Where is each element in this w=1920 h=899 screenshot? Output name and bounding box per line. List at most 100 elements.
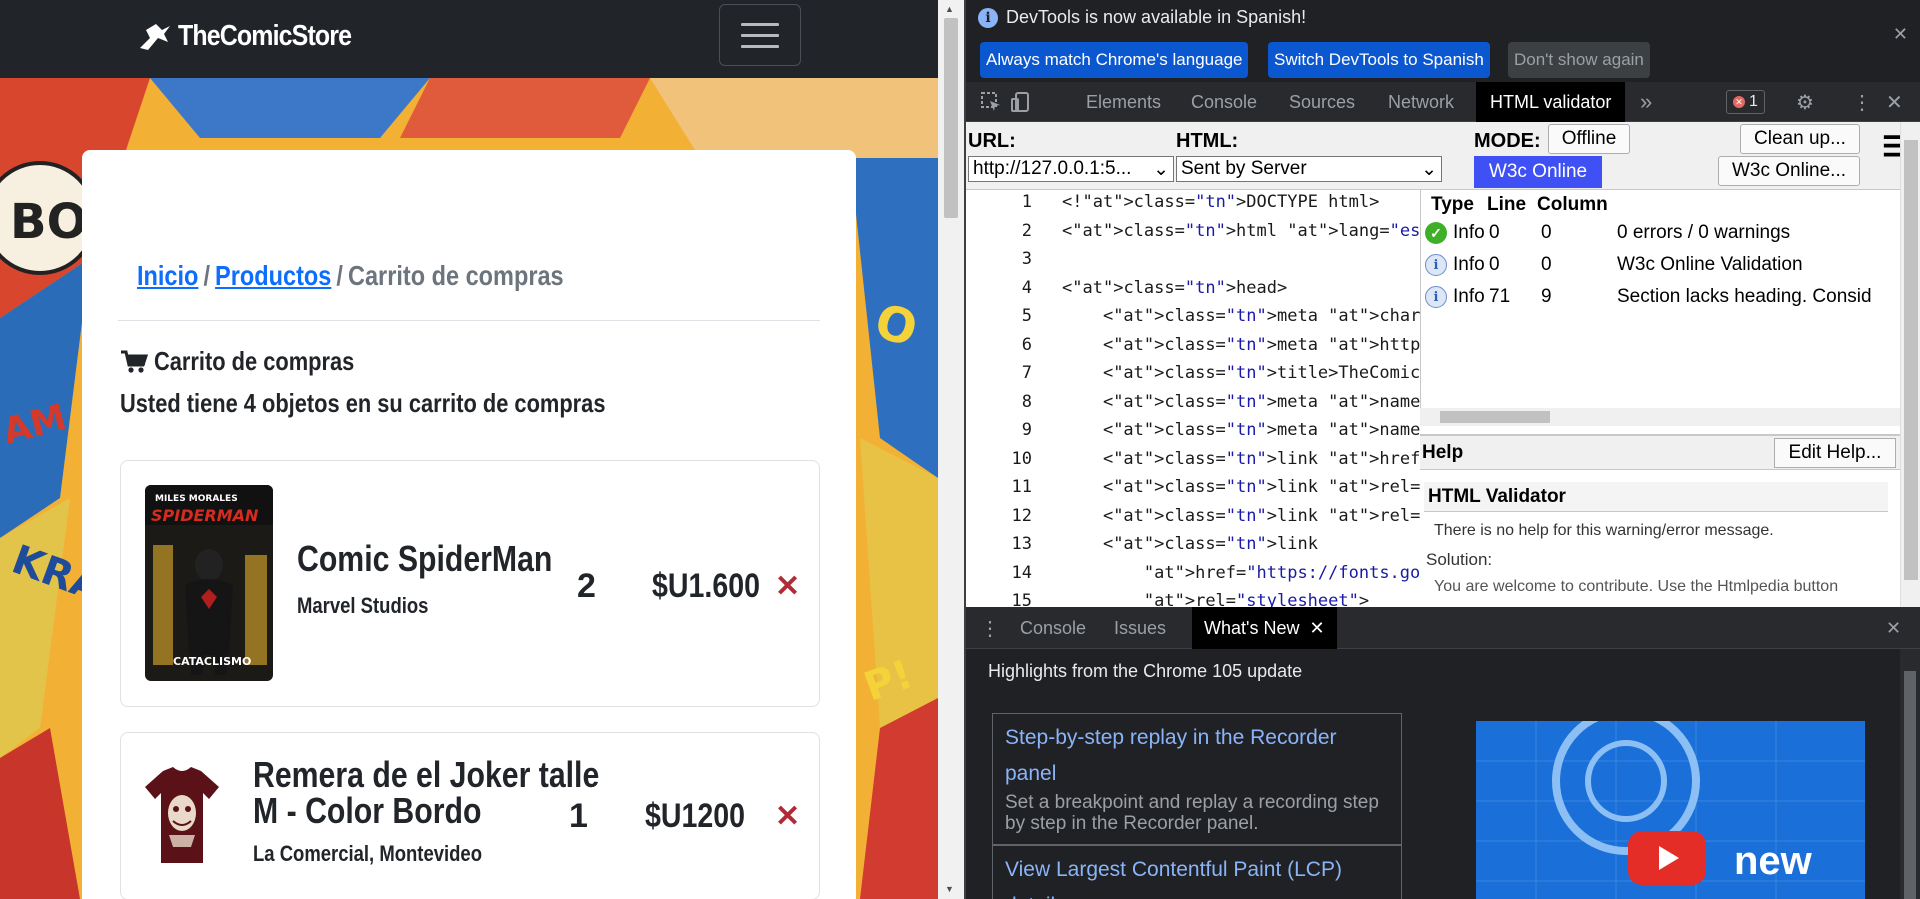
result-line: 0 [1489,222,1500,243]
results-horizontal-scrollbar[interactable] [1420,408,1900,426]
tab-elements[interactable]: Elements [1086,82,1161,122]
video-caption: new [1734,839,1812,883]
validation-results-table: Type Line Column ✓ Info 0 0 0 errors / 0… [1420,190,1900,424]
line-number: 13 [1011,534,1032,554]
source-code-view[interactable]: 1 2 3 4 5 6 7 8 9 10 11 12 13 14 15 <!"at">class="tn">… [966,190,1420,607]
column-header-line[interactable]: Line [1487,194,1526,216]
dont-show-again-button[interactable]: Don't show again [1508,42,1650,78]
result-type: Info [1453,254,1485,275]
scrollbar-thumb[interactable] [1904,671,1916,899]
result-row[interactable]: i Info 0 0 W3c Online Validation [1421,250,1900,282]
drawer-tab-whats-new[interactable]: What's New ✕ [1192,607,1337,649]
breadcrumb: Inicio / Productos / Carrito de compras [137,260,645,292]
play-icon[interactable] [1628,831,1706,885]
remove-item-button[interactable]: ✕ [775,799,800,834]
svg-text:CATACLISMO: CATACLISMO [173,655,251,668]
card-title-line1[interactable]: Step-by-step replay in the Recorder [1005,720,1389,756]
code-line[interactable]: <"at">class="tn">meta "at">name="descrip… [1062,392,1420,412]
code-line[interactable]: <"at">class="tn">head> [1062,278,1287,298]
w3c-online-options-button[interactable]: W3c Online... [1718,156,1860,186]
offline-button[interactable]: Offline [1548,124,1630,154]
validator-vertical-scrollbar[interactable] [1900,122,1920,607]
scrollbar-thumb[interactable] [1904,140,1918,580]
check-icon: ✓ [1425,222,1447,244]
card-title-line1[interactable]: View Largest Contentful Paint (LCP) [1005,852,1389,888]
result-row[interactable]: ✓ Info 0 0 0 errors / 0 warnings [1421,218,1900,250]
item-name[interactable]: Comic SpiderMan [297,541,552,577]
info-icon: i [1425,286,1447,308]
column-header-type[interactable]: Type [1431,194,1474,216]
whats-new-video-thumbnail[interactable]: new [1476,721,1865,899]
info-icon: i [1425,254,1447,276]
breadcrumb-link-inicio[interactable]: Inicio [137,260,198,292]
code-line[interactable]: <"at">class="tn">link "at">href="assets/… [1062,449,1420,469]
edit-help-button[interactable]: Edit Help... [1774,438,1896,468]
scroll-up-arrow-icon[interactable]: ▲ [945,4,954,14]
drawer-scrollbar[interactable] [1900,649,1920,899]
item-vendor: La Comercial, Montevideo [253,841,483,866]
drawer-tab-console[interactable]: Console [1020,607,1086,649]
whats-new-card[interactable]: Step-by-step replay in the Recorder pane… [992,713,1402,845]
item-name-line1[interactable]: Remera de el Joker talle [253,757,599,793]
cart-title: Carrito de compras [154,346,355,376]
close-tab-icon[interactable]: ✕ [1309,618,1324,639]
html-source-select[interactable]: Sent by Server ⌄ [1176,156,1442,182]
tab-network[interactable]: Network [1388,82,1454,122]
whats-new-card[interactable]: View Largest Contentful Paint (LCP) deta… [992,845,1402,899]
scrollbar-thumb[interactable] [944,18,958,218]
code-line[interactable]: <"at">class="tn">link [1062,534,1318,554]
switch-spanish-button[interactable]: Switch DevTools to Spanish [1268,42,1490,78]
w3c-online-mode-button[interactable]: W3c Online [1474,156,1602,188]
match-language-button[interactable]: Always match Chrome's language [980,42,1249,78]
result-row[interactable]: i Info 71 9 Section lacks heading. Consi… [1421,282,1900,314]
tab-html-validator[interactable]: HTML validator [1476,82,1626,122]
code-line[interactable]: <"at">class="tn">link "at">rel="preconne… [1062,477,1420,497]
html-label: HTML: [1176,130,1239,152]
drawer-menu-icon[interactable]: ⋮ [980,607,1000,649]
url-select[interactable]: http://127.0.0.1:5... ⌄ [968,156,1174,182]
more-tabs-icon[interactable]: » [1640,82,1652,122]
code-line[interactable]: <"at">class="tn">meta "at">charset="utf-… [1062,306,1420,326]
code-line[interactable]: "at">rel="stylesheet"> [1062,591,1369,607]
result-line: 0 [1489,254,1500,275]
brand-logo[interactable]: TheComicStore [136,18,379,54]
kebab-menu-icon[interactable]: ⋮ [1852,82,1872,122]
code-line[interactable]: <!"at">class="tn">DOCTYPE html> [1062,192,1379,212]
cleanup-button[interactable]: Clean up... [1740,124,1860,154]
gear-icon[interactable]: ⚙ [1796,82,1814,122]
tshirt-image[interactable] [141,763,223,867]
code-line[interactable]: "at">href="https://fonts.googl [1062,563,1420,583]
device-toolbar-icon[interactable] [1010,82,1032,122]
tab-sources[interactable]: Sources [1289,82,1355,122]
comic-cover-image[interactable]: MILES MORALES SPIDERMAN CATACLISMO [145,485,273,681]
drawer-tab-issues[interactable]: Issues [1114,607,1166,649]
code-line[interactable]: <"at">class="tn">title>TheComicStore</"a… [1062,363,1420,383]
page-scrollbar[interactable]: ▲ ▼ [938,0,964,899]
close-drawer-icon[interactable]: ✕ [1886,607,1901,649]
breadcrumb-link-productos[interactable]: Productos [215,260,331,292]
close-icon[interactable]: ✕ [1893,24,1908,45]
card-title-line2[interactable]: details [1005,888,1389,899]
html-source-value: Sent by Server [1181,158,1307,179]
item-name-line2[interactable]: M - Color Bordo [253,793,481,829]
code-line[interactable]: <"at">class="tn">meta "at">name="viewpor… [1062,420,1420,440]
result-message: W3c Online Validation [1617,254,1803,275]
close-devtools-icon[interactable]: ✕ [1886,82,1903,122]
navbar-toggler-button[interactable] [719,4,801,66]
result-type: Info [1453,286,1485,307]
inspect-element-icon[interactable] [980,82,1002,122]
code-line[interactable]: <"at">class="tn">link "at">rel="preconne… [1062,506,1420,526]
scroll-down-arrow-icon[interactable]: ▼ [945,884,954,894]
column-header-column[interactable]: Column [1537,194,1608,216]
card-title-line2[interactable]: panel [1005,756,1389,792]
line-number: 1 [1021,192,1032,212]
result-column: 0 [1541,254,1552,275]
spiderman-logo-icon [140,24,170,50]
remove-item-button[interactable]: ✕ [775,569,800,604]
scrollbar-thumb[interactable] [1440,411,1550,423]
validator-toolbar: URL: http://127.0.0.1:5... ⌄ HTML: Sent … [966,122,1920,190]
tab-console[interactable]: Console [1191,82,1257,122]
code-line[interactable]: <"at">class="tn">meta "at">http-equiv="X… [1062,335,1420,355]
code-line[interactable]: <"at">class="tn">html "at">lang="es"> [1062,221,1420,241]
error-count-badge[interactable]: ✕ 1 [1726,90,1765,114]
